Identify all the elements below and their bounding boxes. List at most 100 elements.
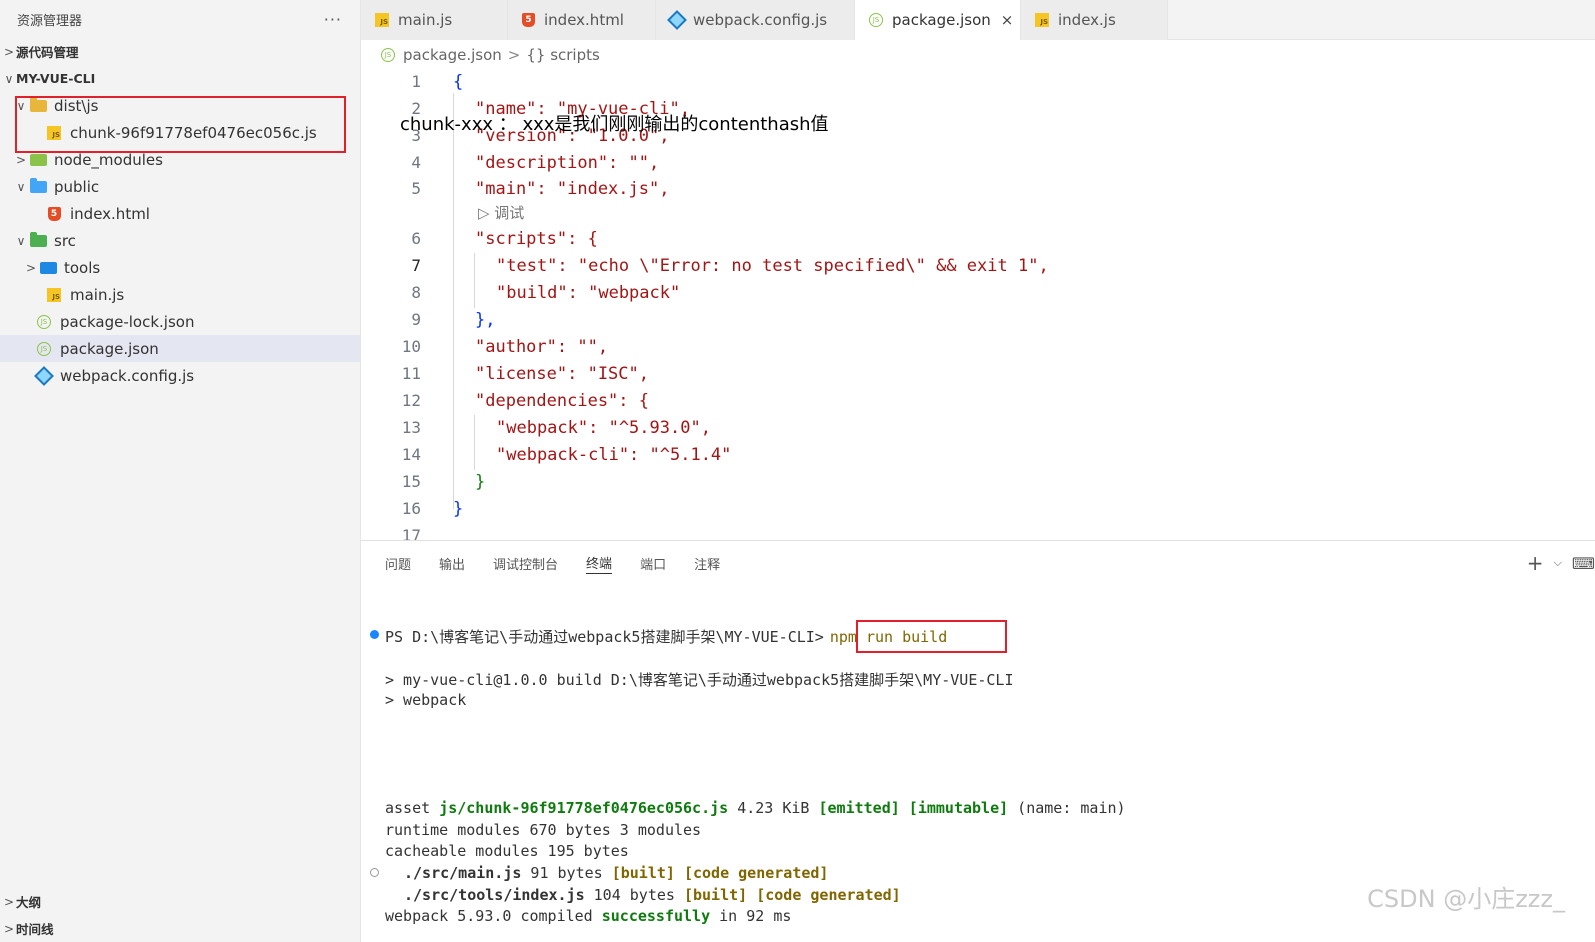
line-number: 9	[411, 310, 421, 329]
tab-ports[interactable]: 端口	[640, 541, 666, 585]
line-number: 16	[401, 499, 421, 518]
chevron-right-icon: >	[25, 260, 37, 275]
add-terminal-icon[interactable]: +	[1527, 551, 1544, 575]
npm-icon: JS	[869, 13, 883, 27]
terminal-icon[interactable]: ⌨	[1572, 554, 1595, 573]
code-text: "build": "webpack"	[496, 282, 681, 303]
chevron-right-icon: >	[3, 894, 15, 909]
terminal-text: in 92 ms	[710, 907, 792, 925]
section-scm[interactable]: > 源代码管理	[0, 38, 360, 65]
command-status-icon	[370, 630, 379, 639]
tree-item-index-html[interactable]: 5 index.html	[0, 200, 360, 227]
close-icon[interactable]: ×	[1001, 11, 1014, 29]
tree-item-label: package-lock.json	[60, 312, 195, 331]
tree-item-main-js[interactable]: JS main.js	[0, 281, 360, 308]
code-line: 5 "main": "index.js",	[361, 175, 669, 202]
tree-item-label: webpack.config.js	[60, 366, 195, 385]
tab-label: webpack.config.js	[693, 11, 828, 29]
command-status-icon	[370, 868, 379, 877]
tab-main-js[interactable]: JS main.js	[361, 0, 508, 40]
highlight-box-command	[856, 620, 1007, 653]
terminal-text: webpack 5.93.0 compiled	[385, 907, 602, 925]
terminal-text: successfully	[601, 907, 711, 925]
highlight-box-dist	[15, 96, 346, 153]
npm-icon: JS	[381, 48, 395, 62]
tab-webpack-config[interactable]: webpack.config.js	[656, 0, 855, 40]
webpack-icon	[667, 10, 687, 30]
tab-terminal[interactable]: 终端	[586, 552, 613, 574]
tree-item-label: src	[54, 231, 76, 250]
terminal-output-line: > webpack	[385, 691, 467, 709]
tab-output[interactable]: 输出	[439, 541, 465, 585]
section-scm-label: 源代码管理	[16, 45, 79, 60]
tree-item-webpack-config[interactable]: webpack.config.js	[0, 362, 360, 389]
code-editor[interactable]: 1 { 2 "name": "my-vue-cli", 3 "version":…	[361, 66, 1595, 540]
codelens-debug[interactable]: ▷ 调试	[478, 202, 524, 223]
sidebar-bottom-sections: > 大纲 > 时间线	[0, 888, 361, 942]
tab-label: main.js	[398, 11, 453, 29]
tree-item-public[interactable]: ∨ public	[0, 173, 360, 200]
code-text: }	[475, 471, 486, 492]
js-icon: JS	[44, 287, 64, 303]
code-line: 10 "author": "",	[361, 333, 608, 360]
line-number: 10	[401, 337, 421, 356]
npm-icon: JS	[34, 314, 54, 330]
section-timeline-label: 时间线	[16, 922, 54, 937]
terminal-prompt: PS D:\博客笔记\手动通过webpack5搭建脚手架\MY-VUE-CLI>	[385, 628, 824, 646]
terminal-output-line: > my-vue-cli@1.0.0 build D:\博客笔记\手动通过web…	[385, 671, 1014, 689]
tree-item-package-lock[interactable]: JS package-lock.json	[0, 308, 360, 335]
explorer-header: 资源管理器 ···	[0, 0, 360, 38]
tab-comments[interactable]: 注释	[694, 541, 720, 585]
tree-item-label: public	[54, 177, 100, 196]
section-project[interactable]: ∨ MY-VUE-CLI	[0, 65, 360, 92]
line-number: 13	[401, 418, 421, 437]
code-line: 12 "dependencies": {	[361, 387, 649, 414]
terminal-tag: [immutable]	[908, 799, 1009, 817]
tree-item-label: tools	[64, 258, 101, 277]
section-project-label: MY-VUE-CLI	[16, 71, 96, 86]
more-actions-icon[interactable]: ···	[324, 10, 342, 29]
webpack-icon	[34, 365, 54, 386]
tree-item-label: main.js	[70, 285, 125, 304]
code-line: 14 "webpack-cli": "^5.1.4"	[361, 441, 732, 468]
code-text: {	[453, 71, 464, 92]
tree-item-src[interactable]: ∨ src	[0, 227, 360, 254]
tab-debug-console[interactable]: 调试控制台	[493, 541, 558, 585]
tree-item-label: index.html	[70, 204, 150, 223]
code-line: 4 "description": "",	[361, 149, 659, 176]
panel-tab-bar: 问题 输出 调试控制台 终端 端口 注释	[361, 541, 1595, 585]
code-text: "author": "",	[475, 336, 609, 357]
code-text: },	[475, 309, 496, 330]
line-number: 17	[401, 526, 421, 540]
code-line: 11 "license": "ISC",	[361, 360, 649, 387]
breadcrumb-separator: >	[507, 46, 521, 64]
tree-item-label: package.json	[60, 339, 159, 358]
tab-package-json[interactable]: JS package.json ×	[855, 0, 1021, 40]
code-text: "scripts": {	[475, 228, 598, 249]
tab-label: index.js	[1058, 11, 1116, 29]
section-timeline[interactable]: > 时间线	[0, 915, 361, 942]
terminal-output-line: runtime modules 670 bytes 3 modules	[385, 821, 702, 839]
tab-index-html[interactable]: 5 index.html	[508, 0, 656, 40]
tree-item-tools[interactable]: > tools	[0, 254, 360, 281]
folder-icon	[38, 260, 58, 276]
code-line: 6 "scripts": {	[361, 225, 597, 252]
terminal-output-line: cacheable modules 195 bytes	[385, 842, 629, 860]
terminal-text: ./src/tools/index.js	[404, 886, 585, 904]
section-outline[interactable]: > 大纲	[0, 888, 361, 915]
js-icon: JS	[375, 13, 389, 27]
section-outline-label: 大纲	[16, 895, 42, 910]
tab-label: index.html	[544, 11, 624, 29]
code-text: "webpack": "^5.93.0",	[496, 417, 711, 438]
code-text: "license": "ISC",	[475, 363, 649, 384]
tab-problems[interactable]: 问题	[385, 541, 411, 585]
breadcrumb-file[interactable]: package.json	[403, 46, 502, 64]
indent-guide	[474, 415, 475, 470]
tree-item-package-json[interactable]: JS package.json	[0, 335, 360, 362]
chevron-down-icon[interactable]: ⌵	[1554, 556, 1562, 570]
tab-index-js[interactable]: JS index.js	[1021, 0, 1168, 40]
breadcrumb-symbol[interactable]: {} scripts	[526, 46, 599, 64]
code-line: 17	[361, 522, 421, 540]
code-text: "webpack-cli": "^5.1.4"	[496, 444, 732, 465]
terminal-text: (name: main)	[1008, 799, 1126, 817]
